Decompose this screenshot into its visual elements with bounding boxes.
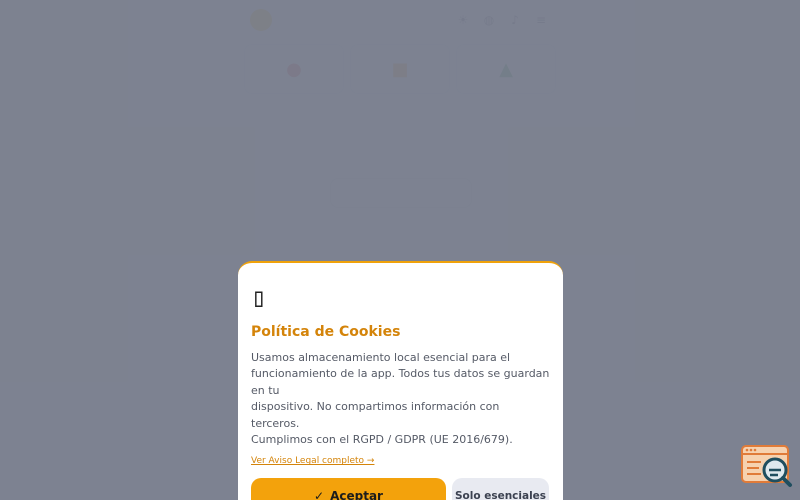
- description-line: funcionamiento de la app. Todos tus dato…: [251, 367, 550, 397]
- check-icon: ✓: [314, 488, 325, 500]
- accept-label: Aceptar: [330, 488, 383, 500]
- cookie-icon: ▯: [251, 283, 267, 313]
- description-line: dispositivo. No compartimos información …: [251, 400, 500, 430]
- accept-button[interactable]: ✓ Aceptar: [251, 478, 446, 500]
- legal-notice-link[interactable]: Ver Aviso Legal completo →: [251, 456, 374, 466]
- description-line: Cumplimos con el RGPD / GDPR (UE 2016/67…: [251, 433, 513, 447]
- search-window-icon[interactable]: [741, 444, 793, 488]
- modal-title: Política de Cookies: [251, 324, 401, 340]
- modal-actions: ✓ Aceptar Solo esenciales: [251, 478, 550, 500]
- description-line: Usamos almacenamiento local esencial par…: [251, 351, 511, 364]
- cookie-modal: ▯ Política de Cookies Usamos almacenamie…: [238, 261, 563, 500]
- essential-only-button[interactable]: Solo esenciales: [452, 478, 549, 500]
- modal-description: Usamos almacenamiento local esencial par…: [251, 350, 550, 448]
